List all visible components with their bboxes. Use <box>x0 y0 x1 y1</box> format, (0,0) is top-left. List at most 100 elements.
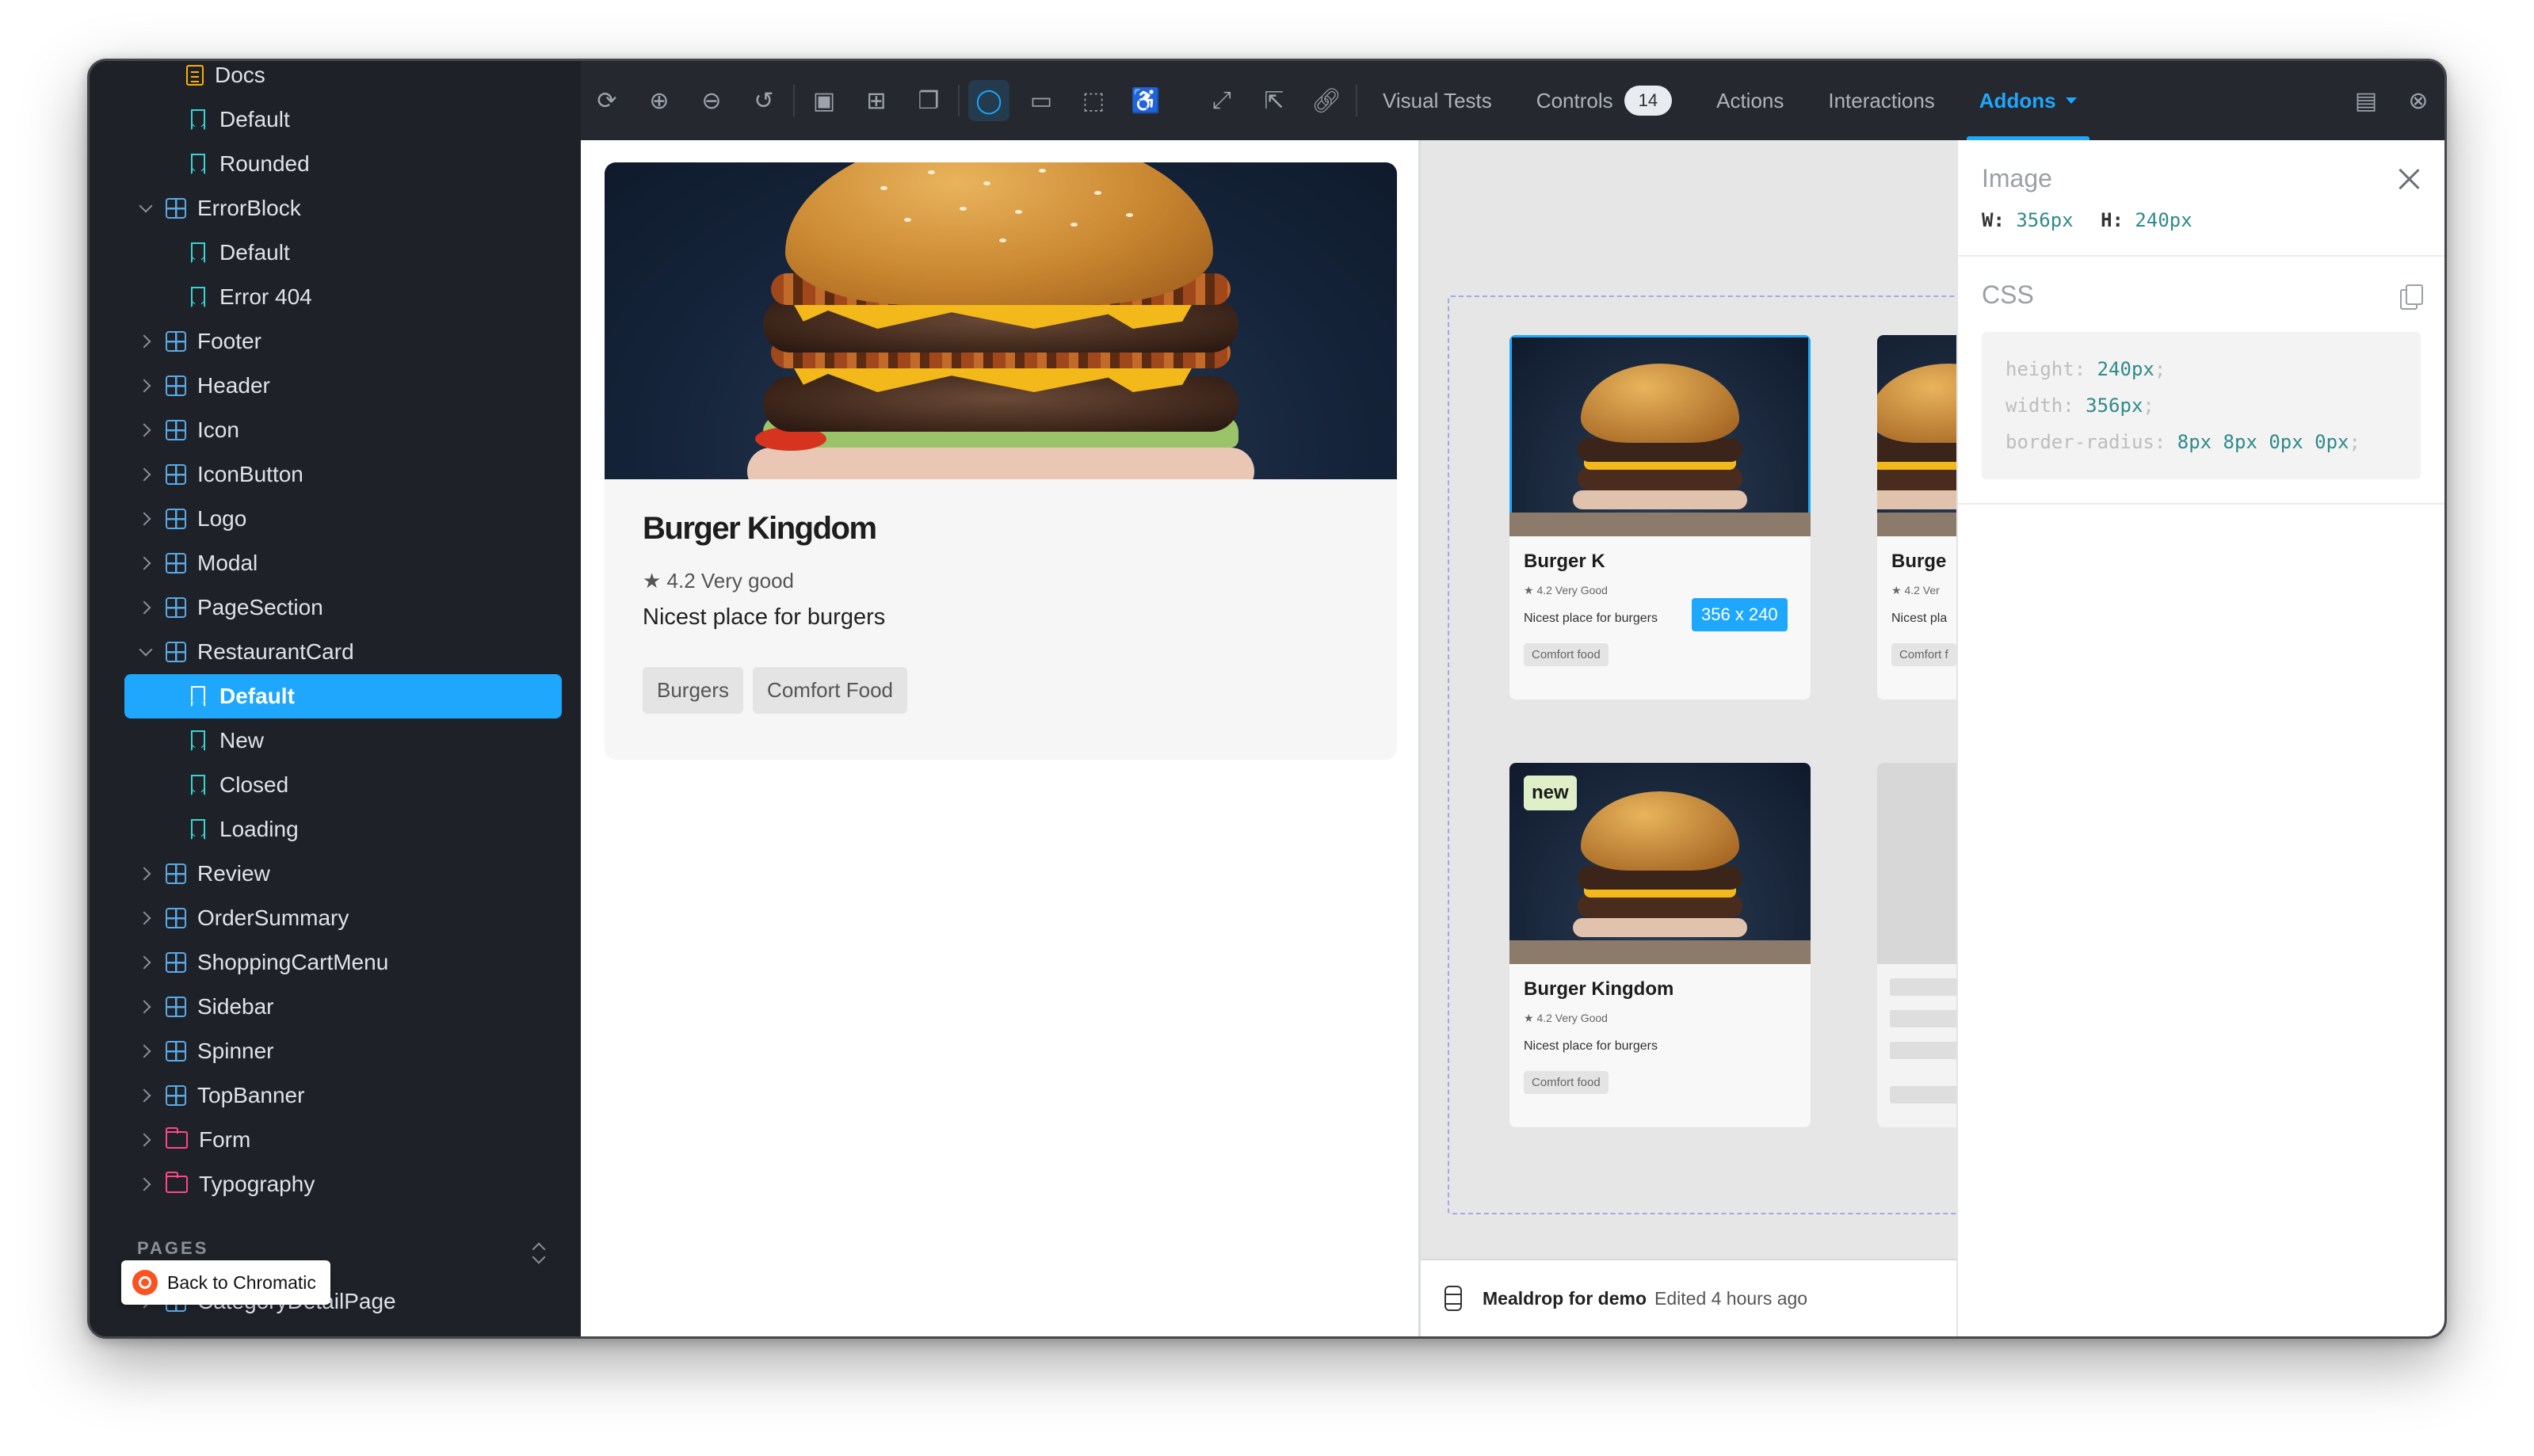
pages-section-header: PAGES <box>137 1238 209 1258</box>
figma-file-name[interactable]: Mealdrop for demo <box>1483 1288 1647 1309</box>
css-line: width: 356px; <box>2005 394 2154 417</box>
zoom-in-icon[interactable]: ⊕ <box>633 61 685 140</box>
figma-card-bun <box>1581 364 1739 443</box>
tab-actions[interactable]: Actions <box>1694 61 1806 140</box>
component-icon <box>166 331 186 352</box>
sidebar-story-default-selected[interactable]: Default <box>124 674 562 718</box>
expand-collapse-icon[interactable] <box>530 1241 548 1265</box>
viewport-icon[interactable]: ▭ <box>1015 61 1067 140</box>
sidebar-item-topbanner[interactable]: TopBanner <box>137 1073 304 1118</box>
restaurant-card[interactable]: Burger Kingdom ★ 4.2 Very good Nicest pl… <box>605 162 1397 760</box>
toolbar-right: ▤ ⊗ <box>2340 61 2444 140</box>
fullscreen-icon[interactable]: ⤢ <box>1196 61 1248 140</box>
figma-card-chip: Comfort f <box>1891 643 1956 666</box>
folder-icon <box>165 1172 188 1193</box>
css-code-block[interactable]: height: 240px; width: 356px; border-radi… <box>1982 332 2421 479</box>
figma-card-title: Burger K <box>1524 551 1605 572</box>
figma-card-title: Burger Kingdom <box>1524 978 1674 1000</box>
figma-card-image-selected[interactable] <box>1509 335 1811 536</box>
sidebar-item-icon[interactable]: Icon <box>137 408 239 452</box>
bookmark-icon <box>191 775 205 795</box>
toolbar-divider <box>793 85 795 116</box>
css-section-title: CSS <box>1982 280 2034 309</box>
figma-edited-time: Edited 4 hours ago <box>1654 1287 1808 1309</box>
bookmark-icon <box>191 154 205 174</box>
figma-card-image: new <box>1509 763 1811 964</box>
sidebar-story-error-404[interactable]: Error 404 <box>188 275 312 319</box>
reload-icon[interactable]: ⟳ <box>581 61 633 140</box>
sidebar-item-sidebar[interactable]: Sidebar <box>137 985 274 1029</box>
figma-card-chip: Comfort food <box>1524 643 1609 666</box>
sidebar-item-restaurantcard[interactable]: RestaurantCard <box>137 630 354 674</box>
component-icon <box>166 863 186 884</box>
controls-count-badge: 14 <box>1624 86 1673 116</box>
component-icon <box>166 553 186 574</box>
storybook-window: Docs Default Rounded ErrorBlock Default … <box>87 59 2447 1339</box>
tab-controls[interactable]: Controls 14 <box>1514 61 1694 140</box>
story-canvas: Burger Kingdom ★ 4.2 Very good Nicest pl… <box>581 140 1421 1336</box>
chevron-down-icon <box>137 644 153 660</box>
back-to-chromatic-button[interactable]: Back to Chromatic <box>121 1260 330 1305</box>
sidebar-item-review[interactable]: Review <box>137 852 270 896</box>
copy-link-icon[interactable]: 🔗︎ <box>1300 61 1353 140</box>
tab-visual-tests[interactable]: Visual Tests <box>1360 61 1514 140</box>
card-body: Burger Kingdom ★ 4.2 Very good Nicest pl… <box>605 479 1397 745</box>
component-icon <box>166 1041 186 1062</box>
card-tags: Burgers Comfort Food <box>643 667 1359 714</box>
sidebar-item-pagesection[interactable]: PageSection <box>137 585 323 630</box>
open-new-tab-icon[interactable]: ⇱ <box>1248 61 1300 140</box>
outline-icon[interactable]: ❐ <box>903 61 955 140</box>
sesame-seed <box>904 218 911 222</box>
close-icon[interactable] <box>2397 167 2421 191</box>
figma-card[interactable]: Burger K ★ 4.2 Very Good Nicest place fo… <box>1509 335 1811 699</box>
figma-card-patty <box>1578 467 1742 490</box>
figma-card-rating: ★ 4.2 Very Good <box>1524 1012 1608 1024</box>
tab-interactions[interactable]: Interactions <box>1806 61 1956 140</box>
zoom-out-icon[interactable]: ⊖ <box>685 61 738 140</box>
sidebar-item-errorblock[interactable]: ErrorBlock <box>137 186 301 231</box>
figma-card-sauce <box>1573 918 1747 937</box>
sidebar-story-default[interactable]: Default <box>188 97 290 142</box>
copy-icon[interactable] <box>2400 284 2423 310</box>
sidebar-item-shoppingcartmenu[interactable]: ShoppingCartMenu <box>137 940 388 985</box>
component-icon <box>166 375 186 396</box>
sidebar-item-typography[interactable]: Typography <box>137 1162 315 1206</box>
sesame-seed <box>983 181 990 185</box>
background-icon[interactable]: ▣ <box>798 61 850 140</box>
sidebar-item-form[interactable]: Form <box>137 1118 250 1162</box>
new-badge: new <box>1524 776 1577 810</box>
sidebar-story-default[interactable]: Default <box>188 231 290 275</box>
tab-addons[interactable]: Addons <box>1957 61 2099 140</box>
sidebar-item-modal[interactable]: Modal <box>137 541 258 585</box>
card-description: Nicest place for burgers <box>643 604 886 630</box>
chevron-right-icon <box>137 1043 153 1059</box>
card-rating: ★ 4.2 Very good <box>643 569 794 593</box>
sidebar-item-ordersummary[interactable]: OrderSummary <box>137 896 349 940</box>
measure-icon[interactable]: ◯ <box>963 61 1015 140</box>
bookmark-icon <box>191 819 205 840</box>
sidebar-item-spinner[interactable]: Spinner <box>137 1029 274 1073</box>
sidebar-story-rounded[interactable]: Rounded <box>188 142 310 186</box>
figma-card[interactable]: new Burger Kingdom ★ 4.2 Very Good Nices… <box>1509 763 1811 1127</box>
sesame-seed <box>999 238 1006 242</box>
measure-box-icon[interactable]: ⬚ <box>1067 61 1120 140</box>
caret-down-icon <box>2065 97 2077 104</box>
accessibility-icon[interactable]: ♿ <box>1120 61 1172 140</box>
sidebar-item-iconbutton[interactable]: IconButton <box>137 452 303 497</box>
sidebar-item-header[interactable]: Header <box>137 364 270 408</box>
sidebar-story-loading[interactable]: Loading <box>188 807 299 852</box>
toolbar-divider <box>1356 85 1357 116</box>
sidebar-item-logo[interactable]: Logo <box>137 497 246 541</box>
sidebar-story-closed[interactable]: Closed <box>188 763 288 807</box>
grid-icon[interactable]: ⊞ <box>850 61 903 140</box>
component-icon <box>166 908 186 928</box>
panel-layout-icon[interactable]: ▤ <box>2340 61 2392 140</box>
sesame-seed <box>1126 213 1133 217</box>
sidebar-story-new[interactable]: New <box>188 718 264 763</box>
card-title: Burger Kingdom <box>643 511 877 546</box>
sidebar-item-footer[interactable]: Footer <box>137 319 261 364</box>
close-circle-icon[interactable]: ⊗ <box>2392 61 2444 140</box>
zoom-reset-icon[interactable]: ↺ <box>738 61 790 140</box>
sidebar-item-docs[interactable]: Docs <box>185 61 265 97</box>
bookmark-icon <box>191 686 205 707</box>
